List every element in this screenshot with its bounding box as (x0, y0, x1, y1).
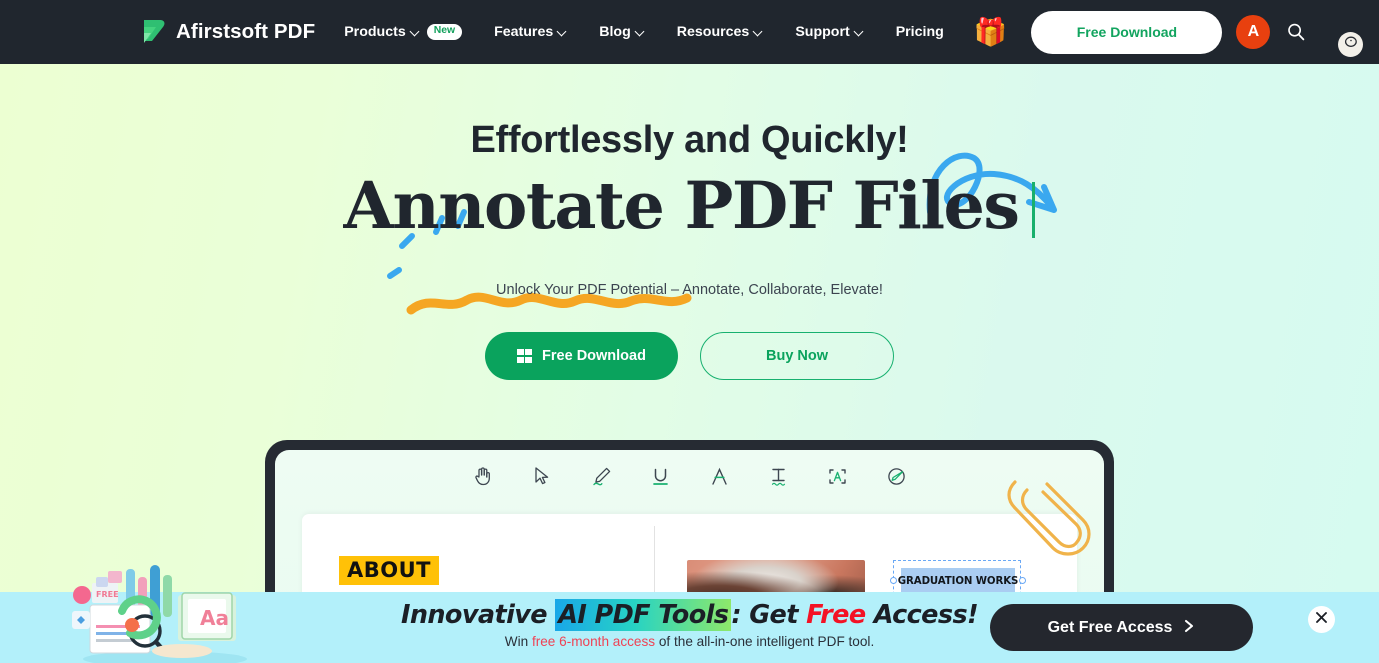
hero-headline-main: Annotate PDF Files (343, 168, 1020, 244)
chat-widget-button[interactable] (1338, 32, 1363, 57)
promo-headline-pre: Innovative (400, 600, 556, 630)
paperclip-doodle-icon (997, 472, 1092, 572)
windows-logo-icon (517, 348, 533, 364)
underline-icon[interactable] (645, 461, 675, 491)
hero-headline-top: Effortlessly and Quickly! (470, 119, 909, 161)
search-icon[interactable] (1286, 22, 1306, 42)
top-navigation-bar: Afirstsoft PDF Products New Features Blo… (0, 0, 1379, 64)
ocr-frame-icon[interactable] (822, 461, 852, 491)
chat-bubble-icon (1343, 34, 1359, 55)
new-badge: New (426, 24, 463, 40)
promo-subtext-pre: Win (504, 634, 532, 649)
nav-free-download-button[interactable]: Free Download (1031, 10, 1223, 54)
chevron-right-icon (1184, 619, 1195, 637)
about-highlighted-heading: ABOUT (339, 556, 439, 586)
chevron-down-icon (855, 27, 864, 36)
nav-item-products-label: Products (344, 24, 406, 40)
nav-item-pricing[interactable]: Pricing (880, 0, 960, 64)
promo-banner: Aa FREE Innovative AI PDF Tools: Get Fre… (0, 565, 1379, 663)
nav-item-blog-label: Blog (599, 24, 631, 40)
promo-headline-highlight: AI PDF Tools (555, 599, 732, 631)
nav-links: Products New Features Blog Resources Sup… (328, 0, 960, 64)
text-squiggle-icon[interactable] (763, 461, 793, 491)
brand-name-text: Afirstsoft PDF (176, 20, 316, 43)
select-cursor-icon[interactable] (527, 461, 557, 491)
selection-handle[interactable] (1019, 577, 1026, 584)
promo-headline: Innovative AI PDF Tools: Get Free Access… (400, 599, 979, 631)
nav-item-products[interactable]: Products New (328, 0, 478, 64)
nav-item-features-label: Features (494, 24, 554, 40)
hero-free-download-button[interactable]: Free Download (485, 332, 678, 380)
promo-headline-post: Access! (865, 600, 979, 630)
chevron-down-icon (754, 27, 763, 36)
nav-item-resources[interactable]: Resources (661, 0, 780, 64)
hand-tool-icon[interactable] (468, 461, 498, 491)
close-banner-button[interactable] (1308, 606, 1335, 633)
nav-item-support-label: Support (795, 24, 850, 40)
promo-headline-mid: : Get (731, 600, 807, 630)
pdf-editor-toolbar (275, 450, 1104, 502)
get-free-access-button[interactable]: Get Free Access (990, 604, 1253, 651)
hero-buy-now-button[interactable]: Buy Now (700, 332, 894, 380)
brand-logo-link[interactable]: Afirstsoft PDF (142, 19, 315, 46)
hero-headline-main-wrap: Annotate PDF Files (0, 174, 1379, 239)
hero-subtitle: Unlock Your PDF Potential – Annotate, Co… (496, 282, 883, 298)
strikethrough-icon[interactable] (704, 461, 734, 491)
pencil-draw-icon[interactable] (586, 461, 616, 491)
selection-handle[interactable] (890, 577, 897, 584)
hero-cta-group: Free Download Buy Now (0, 332, 1379, 380)
nav-item-resources-label: Resources (676, 24, 750, 40)
hero-section: Effortlessly and Quickly! Annotate PDF F… (0, 64, 1379, 444)
nav-item-features[interactable]: Features (478, 0, 583, 64)
hero-free-download-label: Free Download (542, 348, 646, 364)
chevron-down-icon (558, 27, 567, 36)
promo-subtext-post: of the all-in-one intelligent PDF tool. (655, 634, 875, 649)
nav-item-support[interactable]: Support (779, 0, 879, 64)
avatar-initial: A (1247, 23, 1260, 40)
promo-subtext-highlight: free 6-month access (531, 634, 656, 649)
promo-headline-free: Free (806, 600, 866, 630)
gift-box-icon[interactable]: 🎁 (974, 18, 1008, 46)
chevron-down-icon (411, 27, 420, 36)
get-free-access-label: Get Free Access (1047, 618, 1173, 636)
avatar[interactable]: A (1236, 15, 1271, 49)
close-x-icon (1314, 610, 1329, 630)
chevron-down-icon (636, 27, 645, 36)
highlighter-icon[interactable] (881, 461, 911, 491)
afirstsoft-leaf-logo-icon (142, 19, 167, 46)
text-cursor-caret (1032, 182, 1036, 238)
nav-item-blog[interactable]: Blog (583, 0, 661, 64)
nav-item-pricing-label: Pricing (895, 24, 944, 40)
selected-text-label: GRADUATION WORKS (897, 575, 1019, 587)
